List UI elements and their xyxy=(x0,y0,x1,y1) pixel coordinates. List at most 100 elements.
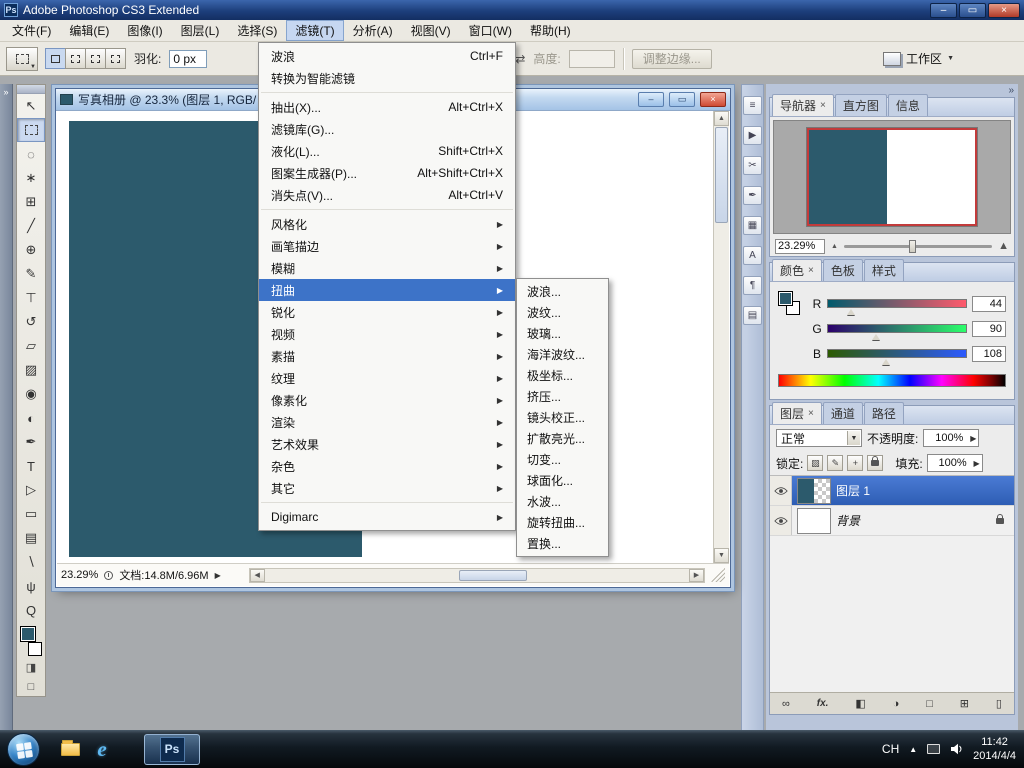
lasso-tool-button[interactable]: ◌ xyxy=(17,142,45,166)
blur-tool-button[interactable]: ◉ xyxy=(17,382,45,406)
tab-styles[interactable]: 样式 xyxy=(863,259,904,281)
link-layers-icon[interactable]: ∞ xyxy=(782,698,790,710)
foreground-color-swatch[interactable] xyxy=(778,291,793,306)
green-channel-slider[interactable] xyxy=(827,324,967,340)
distort-item-lens-correction[interactable]: 镜头校正... xyxy=(517,407,608,428)
fill-field[interactable]: 100% ▶ xyxy=(926,454,983,472)
minimize-button[interactable]: – xyxy=(930,2,957,18)
slider-handle[interactable] xyxy=(881,355,890,365)
subtract-from-selection-button[interactable] xyxy=(85,48,106,69)
lock-image-pixels-button[interactable]: ✎ xyxy=(827,455,844,471)
internet-explorer-button[interactable]: e xyxy=(86,735,118,763)
blue-channel-slider[interactable] xyxy=(827,349,967,365)
distort-item-glass[interactable]: 玻璃... xyxy=(517,323,608,344)
filter-menu-item-convert-smart-filters[interactable]: 转换为智能滤镜 xyxy=(259,67,515,89)
zoom-tool-button[interactable]: Q xyxy=(17,598,45,622)
menu-layer[interactable]: 图层(L) xyxy=(172,20,229,41)
tab-info[interactable]: 信息 xyxy=(887,94,928,116)
tab-color[interactable]: 颜色 × xyxy=(772,259,822,281)
scroll-left-button[interactable]: ◀ xyxy=(249,568,265,582)
filter-menu-item-wave-repeat[interactable]: 波浪 Ctrl+F xyxy=(259,45,515,67)
slider-handle[interactable] xyxy=(847,305,856,315)
distort-item-twirl[interactable]: 旋转扭曲... xyxy=(517,512,608,533)
menu-edit[interactable]: 编辑(E) xyxy=(60,20,118,41)
filter-menu-item-other[interactable]: 其它 ▶ xyxy=(259,477,515,499)
new-selection-button[interactable] xyxy=(45,48,66,69)
distort-item-diffuse-glow[interactable]: 扩散亮光... xyxy=(517,428,608,449)
move-tool-button[interactable]: ↖ xyxy=(17,94,45,118)
expand-left-dock-icon[interactable]: » xyxy=(3,87,8,97)
filter-menu-item-pixelate[interactable]: 像素化 ▶ xyxy=(259,389,515,411)
maximize-button[interactable]: ▭ xyxy=(959,2,986,18)
shape-tool-button[interactable]: ▭ xyxy=(17,502,45,526)
pen-tool-button[interactable]: ✒ xyxy=(17,430,45,454)
resize-grip[interactable] xyxy=(711,568,725,582)
opacity-field[interactable]: 100% ▶ xyxy=(923,429,980,447)
tab-paths[interactable]: 路径 xyxy=(863,402,904,424)
swatches-icon[interactable]: ▦ xyxy=(743,216,762,235)
document-minimize-button[interactable]: – xyxy=(638,92,664,107)
scroll-right-button[interactable]: ▶ xyxy=(689,568,704,582)
color-spectrum-ramp[interactable] xyxy=(778,374,1006,387)
eyedropper-tool-button[interactable]: ∖ xyxy=(17,550,45,574)
green-channel-value[interactable]: 90 xyxy=(972,320,1006,337)
layer-row-layer1[interactable]: 图层 1 xyxy=(770,476,1014,506)
layer-style-icon[interactable]: fx. xyxy=(817,698,829,709)
delete-layer-icon[interactable]: ▯ xyxy=(996,697,1002,710)
status-menu-arrow-icon[interactable]: ▶ xyxy=(215,571,221,580)
navigator-preview[interactable] xyxy=(773,120,1011,234)
notes-tool-button[interactable]: ▤ xyxy=(17,526,45,550)
layer-group-icon[interactable]: □ xyxy=(926,698,933,710)
visibility-toggle[interactable] xyxy=(770,506,792,535)
close-tab-icon[interactable]: × xyxy=(808,265,814,276)
tab-layers[interactable]: 图层 × xyxy=(772,402,822,424)
brushes-icon[interactable]: ≡ xyxy=(743,96,762,115)
start-button[interactable] xyxy=(7,732,40,766)
vertical-scroll-thumb[interactable] xyxy=(715,127,728,223)
close-button[interactable]: × xyxy=(988,2,1020,18)
filter-menu-item-digimarc[interactable]: Digimarc ▶ xyxy=(259,506,515,528)
layer-mask-icon[interactable]: ◧ xyxy=(855,697,865,710)
menu-window[interactable]: 窗口(W) xyxy=(460,20,521,41)
layer-thumbnail[interactable] xyxy=(797,477,831,504)
type-tool-button[interactable]: T xyxy=(17,454,45,478)
navigator-zoom-field[interactable]: 23.29% xyxy=(775,238,825,254)
filter-menu-item-noise[interactable]: 杂色 ▶ xyxy=(259,455,515,477)
add-to-selection-button[interactable] xyxy=(65,48,86,69)
zoom-slider-thumb[interactable] xyxy=(909,239,917,253)
filter-menu-item-sharpen[interactable]: 锐化 ▶ xyxy=(259,301,515,323)
volume-icon[interactable] xyxy=(950,743,963,755)
close-tab-icon[interactable]: × xyxy=(808,408,814,419)
menu-image[interactable]: 图像(I) xyxy=(118,20,171,41)
lock-position-button[interactable]: + xyxy=(847,455,864,471)
filter-menu-item-brush-strokes[interactable]: 画笔描边 ▶ xyxy=(259,235,515,257)
language-indicator[interactable]: CH xyxy=(882,742,899,756)
navigator-zoom-slider[interactable] xyxy=(843,239,993,253)
pen-presets-icon[interactable]: ✒ xyxy=(743,186,762,205)
distort-item-polar-coordinates[interactable]: 极坐标... xyxy=(517,365,608,386)
filter-menu-item-video[interactable]: 视频 ▶ xyxy=(259,323,515,345)
menu-help[interactable]: 帮助(H) xyxy=(521,20,580,41)
crop-tool-button[interactable]: ⊞ xyxy=(17,190,45,214)
menu-view[interactable]: 视图(V) xyxy=(402,20,460,41)
document-maximize-button[interactable]: ▭ xyxy=(669,92,695,107)
vertical-scrollbar[interactable]: ▲ ▼ xyxy=(713,111,729,563)
horizontal-scrollbar[interactable]: ◀ ▶ xyxy=(248,567,705,583)
menu-filter[interactable]: 滤镜(T) xyxy=(286,20,344,41)
lock-all-button[interactable] xyxy=(867,455,884,471)
menu-file[interactable]: 文件(F) xyxy=(3,20,60,41)
zoom-level[interactable]: 23.29% xyxy=(61,569,98,581)
foreground-color-swatch[interactable] xyxy=(20,626,36,642)
path-selection-tool-button[interactable]: ▷ xyxy=(17,478,45,502)
red-channel-slider[interactable] xyxy=(827,299,967,315)
filter-menu-item-artistic[interactable]: 艺术效果 ▶ xyxy=(259,433,515,455)
intersect-selection-button[interactable] xyxy=(105,48,126,69)
background-color-swatch[interactable] xyxy=(28,642,42,656)
scroll-down-button[interactable]: ▼ xyxy=(714,548,729,563)
tab-navigator[interactable]: 导航器 × xyxy=(772,94,834,116)
menu-select[interactable]: 选择(S) xyxy=(228,20,286,41)
character-panel-icon[interactable]: A xyxy=(743,246,762,265)
layer-name[interactable]: 图层 1 xyxy=(836,482,870,499)
distort-item-pinch[interactable]: 挤压... xyxy=(517,386,608,407)
healing-brush-tool-button[interactable]: ⊕ xyxy=(17,238,45,262)
